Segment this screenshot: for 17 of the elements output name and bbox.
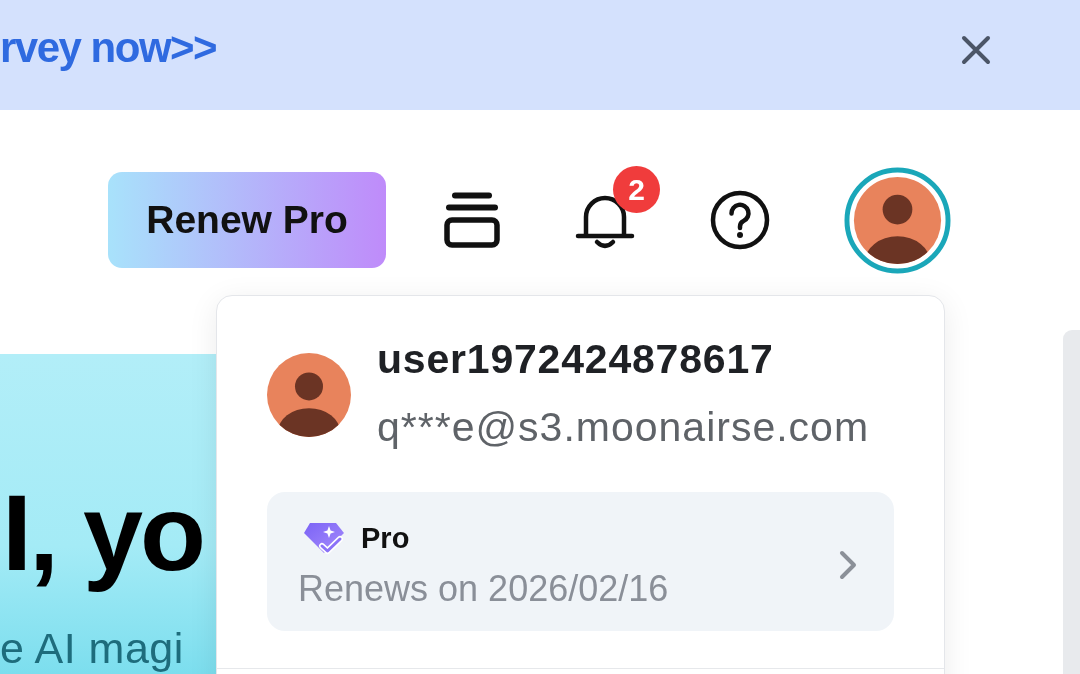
chevron-right-icon [838,549,858,581]
user-email: q***e@s3.moonairse.com [377,403,870,452]
plan-name: Pro [361,520,410,556]
plan-card[interactable]: Pro Renews on 2026/02/16 [267,492,894,631]
help-icon[interactable] [710,190,770,250]
renewal-date: Renews on 2026/02/16 [298,566,669,611]
stack-icon[interactable] [444,192,500,248]
close-icon[interactable] [961,35,991,65]
username: user1972424878617 [377,335,774,384]
avatar-icon[interactable] [844,166,951,274]
diamond-icon [303,520,347,555]
hero-title: I, yo [1,471,205,595]
hero-subtitle: e AI magi [0,623,185,674]
notification-count: 2 [613,166,660,213]
survey-link[interactable]: rvey now>> [0,27,217,69]
renew-pro-button[interactable]: Renew Pro [108,172,386,268]
avatar-icon [267,352,351,437]
